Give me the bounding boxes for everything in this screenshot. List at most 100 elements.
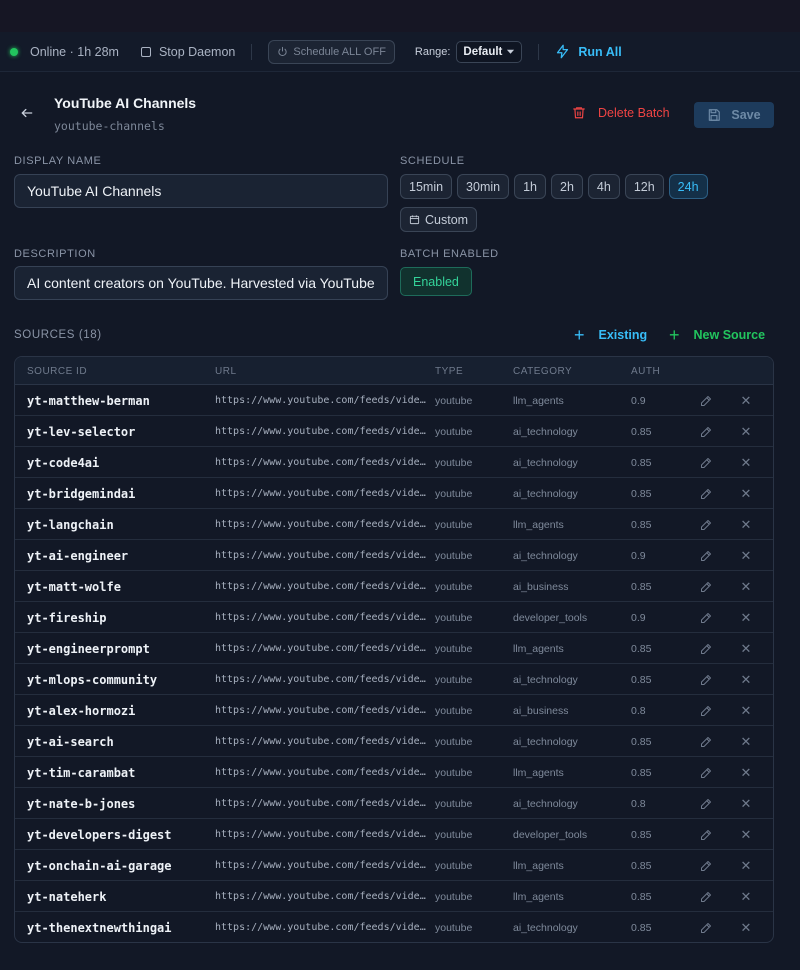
display-name-input[interactable]: YouTube AI Channels (14, 174, 388, 208)
pencil-icon[interactable] (699, 788, 713, 819)
delete-batch-button[interactable]: Delete Batch (572, 105, 670, 120)
pencil-icon[interactable] (699, 819, 713, 850)
close-icon[interactable]: ✕ (739, 881, 753, 912)
table-row[interactable]: yt-nateherk https://www.youtube.com/feed… (15, 881, 773, 912)
chevron-down-icon (507, 49, 515, 54)
checkbox-icon[interactable] (140, 46, 151, 57)
pencil-icon[interactable] (699, 912, 713, 942)
toolbar-divider (251, 43, 253, 60)
table-row[interactable]: yt-bridgemindai https://www.youtube.com/… (15, 478, 773, 509)
schedule-option-24h[interactable]: 24h (668, 174, 708, 199)
range-select[interactable]: Default (456, 40, 523, 63)
source-type: youtube (435, 828, 473, 841)
table-row[interactable]: yt-tim-carambat https://www.youtube.com/… (15, 757, 773, 788)
close-icon[interactable]: ✕ (739, 447, 753, 478)
pencil-icon[interactable] (699, 571, 713, 602)
source-category: llm_agents (513, 518, 564, 531)
table-row[interactable]: yt-thenextnewthingai https://www.youtube… (15, 912, 773, 942)
close-icon[interactable]: ✕ (739, 509, 753, 540)
close-icon[interactable]: ✕ (739, 726, 753, 757)
close-icon[interactable]: ✕ (739, 385, 753, 416)
close-icon[interactable]: ✕ (739, 540, 753, 571)
schedule-all-off-button[interactable]: Schedule ALL OFF (268, 39, 395, 64)
close-icon[interactable]: ✕ (739, 695, 753, 726)
description-input[interactable]: AI content creators on YouTube. Harveste… (14, 266, 388, 300)
close-icon[interactable]: ✕ (739, 633, 753, 664)
pencil-icon[interactable] (699, 385, 713, 416)
column-header-category: CATEGORY (513, 366, 573, 377)
schedule-option-4h[interactable]: 4h (587, 174, 620, 199)
source-url-text: https://www.youtube.com/feeds/videos.xml (215, 581, 427, 592)
source-auth: 0.8 (631, 704, 646, 717)
source-url: https://www.youtube.com/feeds/videos.xml (215, 881, 427, 912)
schedule-option-15min[interactable]: 15min (400, 174, 453, 199)
stop-daemon-button[interactable]: Stop Daemon (159, 45, 235, 59)
close-icon[interactable]: ✕ (739, 819, 753, 850)
table-row[interactable]: yt-matt-wolfe https://www.youtube.com/fe… (15, 571, 773, 602)
pencil-icon[interactable] (699, 602, 713, 633)
source-id: yt-matt-wolfe (27, 579, 121, 594)
table-row[interactable]: yt-ai-search https://www.youtube.com/fee… (15, 726, 773, 757)
close-icon[interactable]: ✕ (739, 416, 753, 447)
schedule-custom-button[interactable]: Custom (400, 207, 478, 232)
table-row[interactable]: yt-matthew-berman https://www.youtube.co… (15, 385, 773, 416)
new-source-button[interactable]: + New Source (669, 326, 765, 344)
source-auth: 0.85 (631, 456, 652, 469)
pencil-icon[interactable] (699, 509, 713, 540)
source-id: yt-developers-digest (27, 827, 172, 842)
pencil-icon[interactable] (699, 633, 713, 664)
schedule-option-2h[interactable]: 2h (551, 174, 583, 199)
pencil-icon[interactable] (699, 726, 713, 757)
table-body: yt-matthew-berman https://www.youtube.co… (15, 385, 773, 942)
source-category: ai_technology (513, 549, 578, 562)
close-icon[interactable]: ✕ (739, 571, 753, 602)
source-category: ai_technology (513, 735, 578, 748)
source-id: yt-matthew-berman (27, 393, 150, 408)
save-button[interactable]: Save (694, 102, 774, 128)
source-url-text: https://www.youtube.com/feeds/videos.xml (215, 798, 427, 809)
source-category: ai_technology (513, 673, 578, 686)
close-icon[interactable]: ✕ (739, 757, 753, 788)
pencil-icon[interactable] (699, 757, 713, 788)
pencil-icon[interactable] (699, 881, 713, 912)
toolbar-divider (538, 43, 540, 60)
table-row[interactable]: yt-ai-engineer https://www.youtube.com/f… (15, 540, 773, 571)
table-row[interactable]: yt-nate-b-jones https://www.youtube.com/… (15, 788, 773, 819)
pencil-icon[interactable] (699, 850, 713, 881)
table-row[interactable]: yt-onchain-ai-garage https://www.youtube… (15, 850, 773, 881)
arrow-left-icon[interactable] (20, 106, 34, 125)
table-row[interactable]: yt-langchain https://www.youtube.com/fee… (15, 509, 773, 540)
table-row[interactable]: yt-fireship https://www.youtube.com/feed… (15, 602, 773, 633)
close-icon[interactable]: ✕ (739, 664, 753, 695)
table-row[interactable]: yt-engineerprompt https://www.youtube.co… (15, 633, 773, 664)
table-row[interactable]: yt-lev-selector https://www.youtube.com/… (15, 416, 773, 447)
table-row[interactable]: yt-mlops-community https://www.youtube.c… (15, 664, 773, 695)
close-icon[interactable]: ✕ (739, 602, 753, 633)
pencil-icon[interactable] (699, 695, 713, 726)
pencil-icon[interactable] (699, 540, 713, 571)
schedule-option-30min[interactable]: 30min (457, 174, 510, 199)
source-url-text: https://www.youtube.com/feeds/videos.xml (215, 395, 427, 406)
pencil-icon[interactable] (699, 447, 713, 478)
schedule-option-1h[interactable]: 1h (514, 174, 546, 199)
close-icon[interactable]: ✕ (739, 478, 753, 509)
calendar-icon (409, 215, 420, 225)
table-row[interactable]: yt-alex-hormozi https://www.youtube.com/… (15, 695, 773, 726)
add-existing-source-button[interactable]: + Existing (574, 326, 647, 344)
table-row[interactable]: yt-developers-digest https://www.youtube… (15, 819, 773, 850)
schedule-option-12h[interactable]: 12h (624, 174, 664, 199)
run-all-button[interactable]: Run All (555, 44, 622, 59)
source-url-text: https://www.youtube.com/feeds/videos.xml (215, 612, 427, 623)
source-auth: 0.85 (631, 921, 652, 934)
close-icon[interactable]: ✕ (739, 912, 753, 942)
pencil-icon[interactable] (699, 478, 713, 509)
source-type: youtube (435, 425, 473, 438)
source-category: llm_agents (513, 394, 564, 407)
pencil-icon[interactable] (699, 416, 713, 447)
pencil-icon[interactable] (699, 664, 713, 695)
table-row[interactable]: yt-code4ai https://www.youtube.com/feeds… (15, 447, 773, 478)
batch-enabled-toggle[interactable]: Enabled (400, 267, 472, 296)
close-icon[interactable]: ✕ (739, 788, 753, 819)
close-icon[interactable]: ✕ (739, 850, 753, 881)
source-auth: 0.8 (631, 797, 646, 810)
